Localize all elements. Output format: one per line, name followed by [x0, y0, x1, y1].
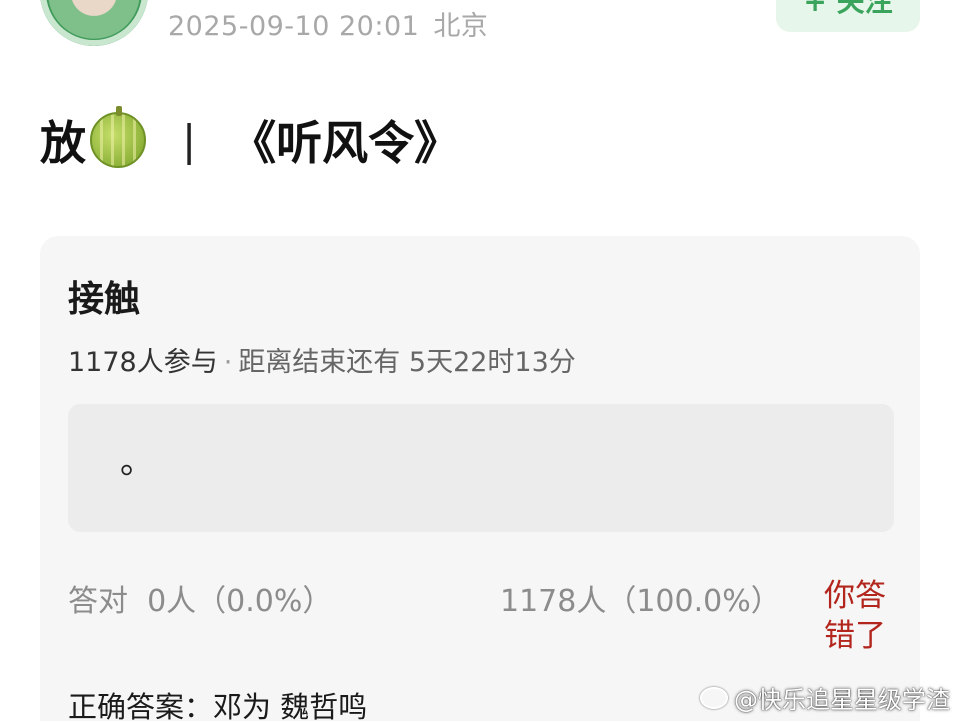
- title-separator: |: [182, 115, 197, 165]
- poll-title: 接触: [68, 279, 141, 320]
- poll-dot: ·: [223, 347, 233, 378]
- follow-button[interactable]: + 关注: [776, 0, 920, 32]
- wrong-stat: 1178人（100.0%）: [500, 584, 781, 619]
- watermark-text: @快乐追星星级学渣: [734, 686, 950, 714]
- poll-participants: 1178人参与: [68, 347, 218, 378]
- post-location: 北京: [433, 11, 489, 42]
- post-page: 2025-09-10 20:01 北京 + 关注 放 | 《听风令》 接触 117…: [0, 0, 960, 721]
- poll-remaining: 距离结束还有 5天22时13分: [238, 347, 576, 378]
- correct-count: 0人（0.0%）: [147, 584, 333, 619]
- correct-stat: 答对 0人（0.0%）: [68, 576, 332, 620]
- poll-option[interactable]: 。: [68, 404, 894, 532]
- poll-subtitle: 1178人参与 · 距离结束还有 5天22时13分: [68, 340, 576, 379]
- post-title: 放 | 《听风令》: [40, 104, 460, 176]
- poll-card: 接触 1178人参与 · 距离结束还有 5天22时13分 。 答对 0人（0.0%）…: [40, 236, 920, 721]
- melon-icon: [90, 106, 146, 168]
- post-timestamp: 2025-09-10 20:01: [168, 11, 420, 42]
- poll-option-text: 。: [120, 442, 154, 482]
- title-suffix: 《听风令》: [230, 116, 461, 170]
- watermark: @快乐追星星级学渣: [700, 680, 950, 715]
- weibo-icon: [700, 686, 728, 709]
- result-badge: 你答错了: [824, 578, 886, 654]
- correct-label: 答对: [68, 584, 128, 619]
- title-prefix: 放: [40, 116, 86, 170]
- post-meta: 2025-09-10 20:01 北京: [168, 4, 488, 43]
- avatar[interactable]: [40, 0, 148, 46]
- correct-answer: 正确答案：邓为 魏哲鸣: [68, 690, 368, 721]
